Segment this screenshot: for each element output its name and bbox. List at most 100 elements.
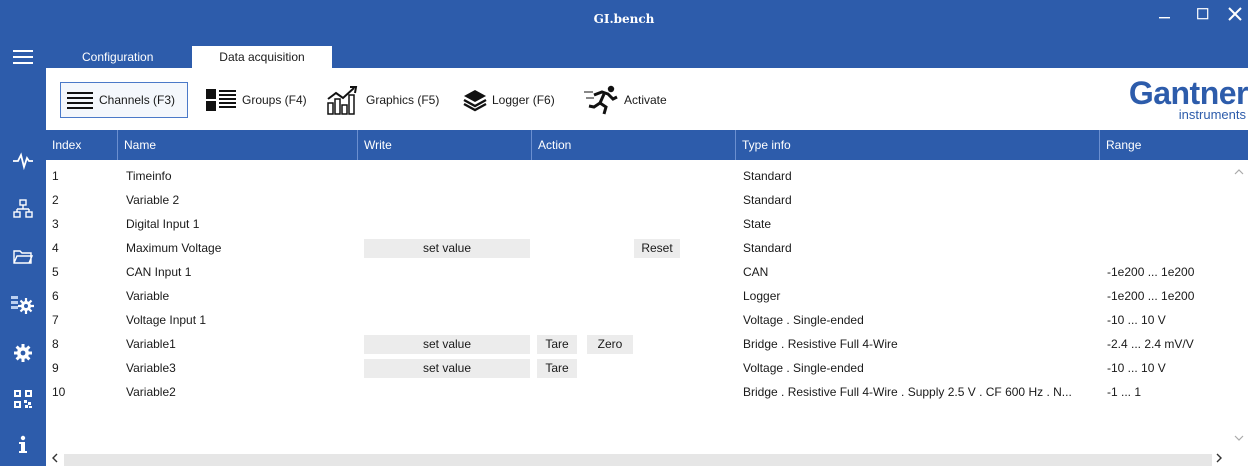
cell-index: 3	[52, 217, 59, 231]
table-row[interactable]: 10 Variable2 Bridge . Resistive Full 4-Wir…	[46, 380, 1230, 404]
header-index[interactable]: Index	[46, 130, 118, 160]
tab-strip: Configuration Data acquisition	[46, 40, 1248, 68]
header-write[interactable]: Write	[358, 130, 532, 160]
table-row[interactable]: 5 CAN Input 1 CAN -1e200 ... 1e200	[46, 260, 1230, 284]
groups-button[interactable]: Groups (F4)	[200, 82, 312, 118]
list-icon	[67, 92, 93, 109]
minimize-icon	[1159, 17, 1170, 19]
table-row[interactable]: 9 Variable3 set value Tare Voltage . Single-…	[46, 356, 1230, 380]
running-man-icon	[584, 85, 618, 115]
cell-name: Variable2	[126, 385, 176, 399]
table-row[interactable]: 7 Voltage Input 1 Voltage . Single-ended -1…	[46, 308, 1230, 332]
cell-range: -2.4 ... 2.4 mV/V	[1107, 337, 1194, 351]
info-icon[interactable]	[8, 430, 38, 460]
set-value-button[interactable]: set value	[364, 239, 530, 258]
header-name[interactable]: Name	[118, 130, 358, 160]
scroll-arrows-icon	[1234, 169, 1244, 441]
close-icon	[1228, 7, 1242, 21]
cell-index: 10	[52, 385, 66, 399]
cell-type-info: Logger	[743, 289, 781, 303]
cell-range: -10 ... 10 V	[1107, 361, 1166, 375]
activate-button[interactable]: Activate	[580, 82, 676, 118]
tare-button[interactable]: Tare	[537, 359, 577, 378]
reset-button[interactable]: Reset	[634, 239, 680, 258]
tare-button[interactable]: Tare	[537, 335, 577, 354]
table-row[interactable]: 2 Variable 2 Standard	[46, 188, 1230, 212]
groups-icon	[206, 89, 236, 111]
cell-type-info: Voltage . Single-ended	[743, 313, 864, 327]
cell-name: Timeinfo	[126, 169, 172, 183]
gear-icon[interactable]	[8, 338, 38, 368]
table-row[interactable]: 8 Variable1 set value Tare Zero Bridge . Resi…	[46, 332, 1230, 356]
cell-range	[1107, 236, 1230, 260]
cell-name: Variable 2	[126, 193, 180, 207]
table-row[interactable]: 6 Variable Logger -1e200 ... 1e200	[46, 284, 1230, 308]
cell-index: 9	[52, 361, 59, 375]
cell-index: 4	[52, 241, 59, 255]
logo-brand: Gantner	[1128, 75, 1248, 111]
cell-range: -1e200 ... 1e200	[1107, 289, 1195, 303]
cell-range	[1107, 188, 1230, 212]
table-row[interactable]: 4 Maximum Voltage set value Reset Standard	[46, 236, 1230, 260]
vertical-scrollbar[interactable]	[1230, 160, 1248, 450]
gantner-logo: Gantner instruments	[1084, 75, 1248, 122]
title-bar: GI.bench	[0, 0, 1248, 40]
maximize-icon	[1197, 8, 1209, 20]
folder-icon[interactable]	[8, 242, 38, 272]
signal-icon[interactable]	[8, 146, 38, 176]
graphics-label: Graphics (F5)	[366, 93, 440, 107]
cell-range: -1e200 ... 1e200	[1107, 265, 1195, 279]
header-range[interactable]: Range	[1100, 130, 1248, 160]
table-row[interactable]: 3 Digital Input 1 State	[46, 212, 1230, 236]
toolbar: Channels (F3) Groups (F4) Graphics (F5) …	[46, 68, 1248, 130]
cell-name: Variable3	[126, 361, 176, 375]
hamburger-icon[interactable]	[8, 42, 38, 72]
cell-range: -10 ... 10 V	[1107, 313, 1166, 327]
cell-index: 5	[52, 265, 59, 279]
cell-range	[1107, 164, 1230, 188]
cell-range	[1107, 212, 1230, 236]
layers-icon	[463, 90, 487, 112]
scroll-right-icon[interactable]	[1212, 450, 1226, 466]
scroll-left-icon[interactable]	[48, 450, 62, 466]
cell-name: Voltage Input 1	[126, 313, 207, 327]
cell-type-info: CAN	[743, 265, 769, 279]
cell-index: 7	[52, 313, 59, 327]
cell-type-info: State	[743, 217, 772, 231]
cell-type-info: Standard	[743, 169, 792, 183]
table-row[interactable]: 1 Timeinfo Standard	[46, 164, 1230, 188]
qr-code-icon[interactable]	[8, 384, 38, 414]
cell-name: CAN Input 1	[126, 265, 192, 279]
close-button[interactable]	[1212, 0, 1248, 28]
cell-name: Variable	[126, 289, 170, 303]
scroll-corner	[1230, 450, 1248, 466]
cell-index: 8	[52, 337, 59, 351]
graphics-button[interactable]: Graphics (F5)	[322, 82, 448, 118]
horizontal-scroll-thumb[interactable]	[64, 454, 1212, 466]
header-type-info[interactable]: Type info	[736, 130, 1100, 160]
activate-label: Activate	[624, 93, 667, 107]
cell-type-info: Standard	[743, 241, 792, 255]
cell-index: 1	[52, 169, 59, 183]
groups-label: Groups (F4)	[242, 93, 307, 107]
channels-button[interactable]: Channels (F3)	[60, 82, 188, 118]
logger-button[interactable]: Logger (F6)	[458, 82, 574, 118]
channels-table: Index Name Write Action Type info Range …	[46, 130, 1248, 466]
cell-index: 6	[52, 289, 59, 303]
window-title: GI.bench	[593, 12, 655, 26]
device-settings-icon[interactable]	[8, 290, 38, 320]
zero-button[interactable]: Zero	[587, 335, 633, 354]
cell-type-info: Voltage . Single-ended	[743, 361, 864, 375]
set-value-button[interactable]: set value	[364, 359, 530, 378]
cell-type-info: Standard	[743, 193, 792, 207]
header-action[interactable]: Action	[532, 130, 736, 160]
tab-data-acquisition[interactable]: Data acquisition	[192, 46, 332, 68]
set-value-button[interactable]: set value	[364, 335, 530, 354]
horizontal-scrollbar[interactable]	[46, 450, 1230, 466]
graphics-icon	[327, 86, 358, 115]
tab-configuration[interactable]: Configuration	[72, 46, 163, 68]
network-icon[interactable]	[8, 194, 38, 224]
cell-name: Variable1	[126, 337, 176, 351]
cell-type-info: Bridge . Resistive Full 4-Wire	[743, 337, 898, 351]
logger-label: Logger (F6)	[492, 93, 555, 107]
